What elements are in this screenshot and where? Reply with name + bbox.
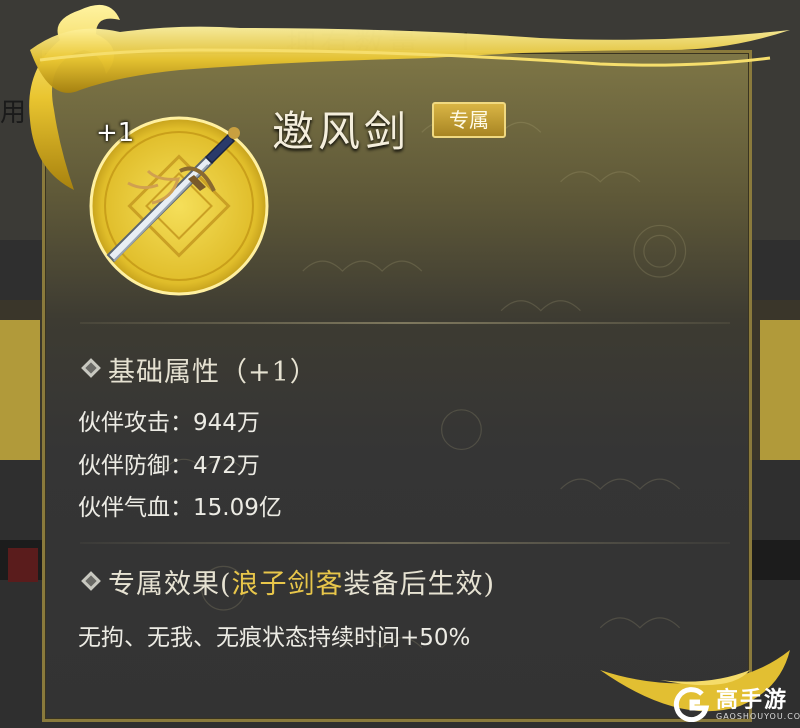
enhance-level: +1 (96, 118, 135, 148)
effect-heading-hero: 浪子剑客 (231, 569, 344, 600)
watermark-text: 高手游 (716, 688, 789, 713)
item-name: 邀风剑 (272, 107, 411, 156)
section-divider (80, 542, 730, 544)
g-logo-icon (673, 687, 710, 722)
background-red-button (8, 548, 38, 582)
background-left-tile (0, 320, 40, 460)
watermark-url: GAOSHOUYOU.COM (716, 712, 800, 721)
section-divider (80, 322, 730, 324)
stat-label: 伙伴防御： (78, 453, 193, 479)
stat-defense: 伙伴防御：472万 (78, 446, 260, 480)
stat-value: 15.09亿 (193, 495, 282, 521)
stat-value: 472万 (193, 453, 260, 479)
base-attributes-heading: 基础属性（+1） (108, 357, 318, 388)
background-use-text: 用 (0, 98, 27, 128)
exclusive-effect-description: 无拘、无我、无痕状态持续时间+50% (78, 625, 471, 651)
effect-heading-prefix: 专属效果( (108, 569, 232, 600)
effect-heading-suffix: 装备后生效) (343, 569, 496, 600)
stat-hp: 伙伴气血：15.09亿 (78, 488, 282, 522)
background-right-tile (760, 320, 800, 460)
stat-attack: 伙伴攻击：944万 (78, 403, 260, 437)
stat-label: 伙伴气血： (78, 495, 193, 521)
stat-label: 伙伴攻击： (78, 410, 193, 436)
exclusive-effect-heading: 专属效果(浪子剑客装备后生效) (108, 562, 495, 601)
stat-value: 944万 (193, 410, 260, 436)
exclusive-badge: 专属 (432, 102, 506, 138)
site-watermark: 高手游 GAOSHOUYOU.COM (672, 682, 800, 726)
